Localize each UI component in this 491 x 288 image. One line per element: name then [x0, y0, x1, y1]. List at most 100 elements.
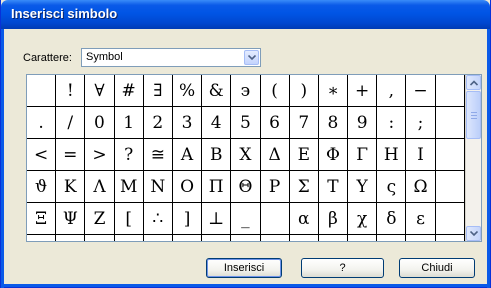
symbol-cell[interactable]: Δ: [260, 139, 290, 171]
symbol-cell[interactable]: δ: [377, 203, 407, 235]
symbol-cell[interactable]: 8: [318, 107, 349, 139]
symbol-cell[interactable]: Φ: [318, 139, 349, 171]
vertical-scrollbar[interactable]: [465, 75, 481, 241]
symbol-cell[interactable]: 3: [172, 107, 203, 139]
symbol-cell[interactable]: [435, 203, 465, 235]
symbol-cell[interactable]: ϶: [231, 75, 261, 107]
symbol-cell[interactable]: +: [348, 75, 378, 107]
symbol-cell[interactable]: 0: [85, 107, 115, 139]
symbol-cell[interactable]: Ο: [172, 171, 203, 203]
symbol-cell[interactable]: [202, 235, 232, 241]
symbol-cell[interactable]: Κ: [56, 171, 86, 203]
symbol-cell[interactable]: [27, 235, 57, 241]
symbol-cell[interactable]: [85, 235, 115, 241]
symbol-cell[interactable]: Τ: [318, 171, 349, 203]
symbol-cell[interactable]: /: [56, 107, 86, 139]
symbol-cell[interactable]: Α: [172, 139, 203, 171]
symbol-cell[interactable]: ⊥: [202, 203, 232, 235]
symbol-cell[interactable]: ,: [377, 75, 407, 107]
symbol-cell[interactable]: ∀: [85, 75, 115, 107]
symbol-cell[interactable]: 2: [143, 107, 173, 139]
symbol-cell[interactable]: −: [406, 75, 436, 107]
symbol-cell[interactable]: Ν: [143, 171, 173, 203]
symbol-cell[interactable]: [260, 203, 290, 235]
symbol-cell[interactable]: χ: [348, 203, 378, 235]
symbol-cell[interactable]: β: [318, 203, 349, 235]
symbol-cell[interactable]: [377, 235, 407, 241]
scroll-up-button[interactable]: [466, 75, 481, 90]
symbol-cell[interactable]: ∴: [143, 203, 173, 235]
symbol-cell[interactable]: [435, 171, 465, 203]
symbol-cell[interactable]: 9: [348, 107, 378, 139]
symbol-cell[interactable]: [115, 235, 144, 241]
symbol-cell[interactable]: [435, 139, 465, 171]
symbol-cell[interactable]: [348, 235, 378, 241]
symbol-cell[interactable]: Η: [377, 139, 407, 171]
symbol-cell[interactable]: [56, 235, 86, 241]
symbol-cell[interactable]: 1: [114, 107, 144, 139]
symbol-cell[interactable]: 4: [202, 107, 232, 139]
symbol-cell[interactable]: &: [202, 75, 232, 107]
symbol-cell[interactable]: >: [85, 139, 115, 171]
symbol-cell[interactable]: %: [172, 75, 203, 107]
symbol-cell[interactable]: [406, 235, 436, 241]
symbol-cell[interactable]: [261, 235, 290, 241]
symbol-cell[interactable]: ): [289, 75, 319, 107]
symbol-cell[interactable]: Ρ: [260, 171, 290, 203]
symbol-cell[interactable]: Β: [202, 139, 232, 171]
symbol-cell[interactable]: [319, 235, 349, 241]
symbol-cell[interactable]: [436, 235, 465, 241]
symbol-cell[interactable]: <: [27, 139, 57, 171]
symbol-cell[interactable]: ∗: [318, 75, 349, 107]
symbol-cell[interactable]: [231, 235, 261, 241]
symbol-cell[interactable]: Π: [202, 171, 232, 203]
symbol-cell[interactable]: [435, 107, 465, 139]
symbol-cell[interactable]: [290, 235, 319, 241]
insert-button[interactable]: Inserisci: [206, 258, 282, 278]
symbol-cell[interactable]: #: [114, 75, 144, 107]
symbol-cell[interactable]: Ξ: [27, 203, 57, 235]
symbol-cell[interactable]: (: [260, 75, 290, 107]
font-dropdown[interactable]: Symbol: [81, 48, 261, 67]
symbol-cell[interactable]: [27, 75, 57, 107]
symbol-cell[interactable]: Σ: [289, 171, 319, 203]
symbol-cell[interactable]: =: [56, 139, 86, 171]
symbol-cell[interactable]: Θ: [231, 171, 261, 203]
symbol-cell[interactable]: ε: [406, 203, 436, 235]
scroll-down-button[interactable]: [466, 226, 481, 241]
symbol-cell[interactable]: Λ: [85, 171, 115, 203]
symbol-cell[interactable]: α: [289, 203, 319, 235]
symbol-cell[interactable]: .: [27, 107, 57, 139]
symbol-cell[interactable]: Χ: [231, 139, 261, 171]
symbol-cell[interactable]: Μ: [114, 171, 144, 203]
symbol-cell[interactable]: Ω: [406, 171, 436, 203]
symbol-cell[interactable]: ?: [114, 139, 144, 171]
symbol-cell[interactable]: Ψ: [56, 203, 86, 235]
dropdown-arrow-button[interactable]: [244, 50, 259, 65]
help-button[interactable]: ?: [301, 258, 384, 278]
symbol-cell[interactable]: 6: [260, 107, 290, 139]
symbol-cell[interactable]: Ι: [406, 139, 436, 171]
symbol-cell[interactable]: 7: [289, 107, 319, 139]
symbol-cell[interactable]: [435, 75, 465, 107]
title-bar[interactable]: Inserisci simbolo: [1, 0, 490, 29]
symbol-cell[interactable]: 5: [231, 107, 261, 139]
symbol-cell[interactable]: Ε: [289, 139, 319, 171]
scroll-thumb[interactable]: [466, 91, 481, 139]
symbol-cell[interactable]: Ζ: [85, 203, 115, 235]
symbol-cell[interactable]: ς: [377, 171, 407, 203]
symbol-cell[interactable]: [: [114, 203, 144, 235]
symbol-cell[interactable]: ;: [406, 107, 436, 139]
symbol-cell[interactable]: ∃: [143, 75, 173, 107]
symbol-cell[interactable]: ≅: [143, 139, 173, 171]
symbol-cell[interactable]: ]: [172, 203, 203, 235]
symbol-cell[interactable]: !: [56, 75, 86, 107]
close-button[interactable]: Chiudi: [399, 258, 475, 278]
symbol-cell[interactable]: Γ: [348, 139, 378, 171]
symbol-cell[interactable]: Υ: [348, 171, 378, 203]
symbol-cell[interactable]: :: [377, 107, 407, 139]
symbol-cell[interactable]: _: [231, 203, 261, 235]
symbol-cell[interactable]: [144, 235, 173, 241]
symbol-cell[interactable]: ϑ: [27, 171, 57, 203]
symbol-cell[interactable]: [173, 235, 203, 241]
